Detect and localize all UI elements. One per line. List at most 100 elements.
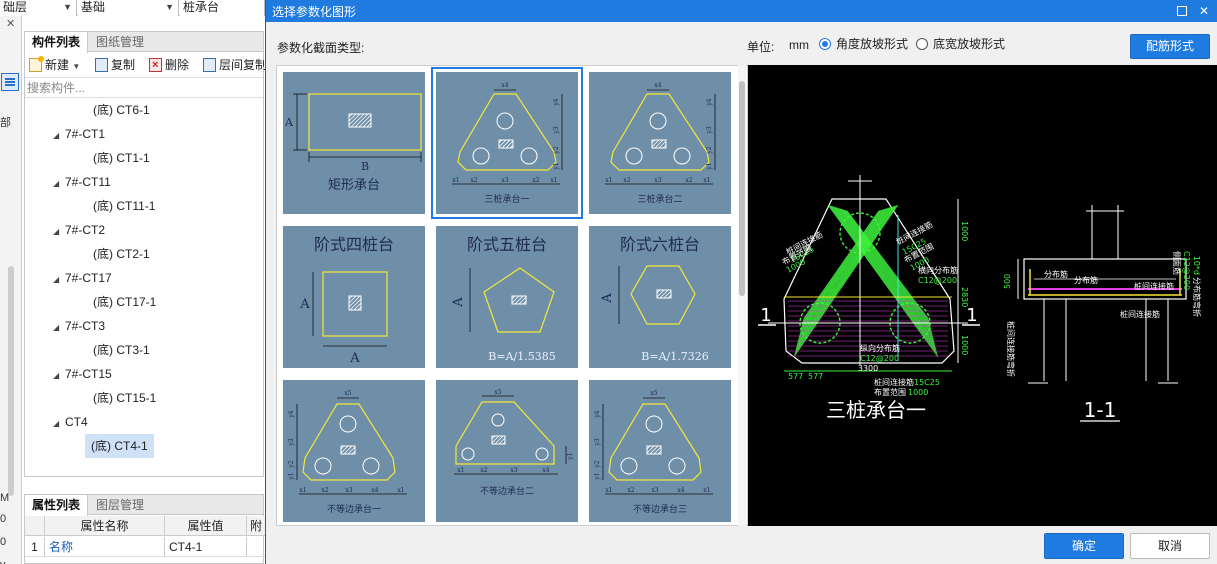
chevron-down-icon: ▼ — [63, 2, 72, 12]
shape-outline — [455, 401, 555, 465]
shape-option-5[interactable]: 阶式五桩台 A B=A/1.5385 — [431, 221, 583, 373]
shape-outline — [457, 93, 557, 171]
hatch-line — [353, 302, 362, 311]
expand-arrow-icon[interactable]: ◢ — [53, 364, 65, 388]
tab-component-list[interactable]: 构件列表 — [25, 32, 89, 53]
shape-label: 阶式六桩台 — [620, 235, 700, 254]
dialog-title: 选择参数化图形 — [272, 5, 357, 19]
annotation-label: 桩间连接筋 — [1120, 309, 1160, 319]
dimension-label: y2 — [706, 146, 713, 154]
hatch-mark — [348, 113, 372, 128]
tree-item[interactable]: ◢ 7#-CT1 — [53, 122, 105, 146]
shape-label: 三桩承台一 — [484, 193, 529, 205]
rebar-form-button[interactable]: 配筋形式 — [1130, 34, 1210, 59]
header-property-value: 属性值 — [165, 516, 247, 536]
tree-item[interactable]: (底) CT2-1 — [93, 242, 150, 266]
component-search-input[interactable]: 搜索构件... — [25, 78, 263, 98]
tree-item[interactable]: ◢ 7#-CT15 — [53, 362, 112, 386]
rebar-line — [801, 209, 884, 329]
expand-arrow-icon[interactable]: ◢ — [53, 172, 65, 196]
floor-copy-button[interactable]: 层间复制 — [201, 56, 265, 74]
expand-arrow-icon[interactable]: ◢ — [53, 412, 65, 436]
tree-item[interactable]: ◢ 7#-CT11 — [53, 170, 111, 194]
scrollbar[interactable] — [8, 266, 14, 496]
tab-layer-management[interactable]: 图层管理 — [89, 495, 151, 515]
shape-option-7[interactable]: x5 y4 y3 y2 y1 x1 x2 x3 x4 x1 不等边承台一 — [278, 375, 430, 525]
tab-property-list[interactable]: 属性列表 — [25, 495, 89, 516]
shape-option-4[interactable]: 阶式四桩台 A A — [278, 221, 430, 373]
list-icon[interactable] — [1, 73, 19, 91]
property-value[interactable]: CT4-1 — [165, 537, 247, 557]
type-combo[interactable]: 桩承台 — [180, 0, 265, 16]
shape-thumbnail: x5 y1 x1 x2 x3 x4 不等边承台二 — [436, 380, 578, 522]
shape-outline — [322, 271, 388, 337]
ok-button[interactable]: 确定 — [1044, 533, 1124, 559]
hatch-line — [511, 295, 520, 304]
close-icon[interactable]: ✕ — [6, 17, 15, 30]
tree-item-label: 7#-CT15 — [65, 367, 112, 381]
expand-arrow-icon[interactable]: ◢ — [53, 124, 65, 148]
shape-thumbnail: 阶式六桩台 A B=A/1.7326 — [589, 226, 731, 368]
expand-arrow-icon[interactable]: ◢ — [53, 268, 65, 292]
hatch-line — [498, 139, 507, 148]
category-combo[interactable]: 基础 ▼ — [78, 0, 179, 16]
tree-item[interactable]: ◢ 7#-CT2 — [53, 218, 105, 242]
dimension-label: x5 — [650, 390, 657, 397]
tree-item-label: CT4 — [65, 415, 88, 429]
scrollbar-thumb[interactable] — [739, 81, 745, 296]
dimension-label: y2 — [553, 146, 560, 154]
maximize-icon[interactable] — [1171, 0, 1193, 22]
pile-circle — [314, 457, 332, 475]
tree-item[interactable]: (底) CT17-1 — [93, 290, 156, 314]
preview-title: 三桩承台一 — [826, 398, 926, 422]
shape-label: 不等边承台二 — [480, 485, 534, 497]
shape-diagram: A B 矩形承台 — [284, 93, 422, 193]
dimension-label: y2 — [594, 460, 601, 468]
hatch-line — [366, 122, 372, 128]
table-row[interactable]: 1 名称 CT4-1 — [25, 537, 265, 557]
expand-arrow-icon[interactable]: ◢ — [53, 220, 65, 244]
dimension-label: x4 — [371, 487, 378, 494]
shape-option-9[interactable]: x5 y4 y3 y2 y1 x1 x2 x3 x4 x1 不等边承台三 — [584, 375, 736, 525]
dimension-label: y1 — [288, 472, 295, 480]
tree-item[interactable]: ◢ 7#-CT17 — [53, 266, 112, 290]
copy-button[interactable]: 复制 — [93, 56, 135, 74]
delete-button[interactable]: 删除 — [147, 56, 189, 74]
tree-item[interactable]: ◢ CT4 — [53, 410, 88, 434]
hatch-line — [514, 295, 524, 305]
shape-option-8[interactable]: x5 y1 x1 x2 x3 x4 不等边承台二 — [431, 375, 583, 525]
radio-bottom-width-slope[interactable]: 底宽放坡形式 — [916, 36, 1005, 52]
cancel-button[interactable]: 取消 — [1130, 533, 1210, 559]
new-button-label: 新建 — [45, 58, 70, 72]
shape-option-3[interactable]: x4 y4 y3 y2 y1 x1 x2 x3 x2 x1 三桩承台二 — [584, 67, 736, 219]
tree-item[interactable]: (底) CT1-1 — [93, 146, 150, 170]
floor-combo[interactable]: 础层 ▼ — [0, 0, 77, 16]
dimension-label: x2 — [470, 177, 477, 184]
dimension-label: A — [299, 297, 310, 312]
tree-item[interactable]: (底) CT4-1 — [85, 434, 154, 458]
floor-copy-button-label: 层间复制 — [219, 58, 265, 72]
dimension-label: B=A/1.5385 — [488, 350, 555, 363]
floor-combo-value: 础层 — [3, 0, 28, 14]
dimension-label: x3 — [510, 467, 517, 474]
hatch-line — [494, 435, 504, 445]
tree-item[interactable]: (底) CT15-1 — [93, 386, 156, 410]
rebar-line — [800, 208, 886, 332]
tree-item[interactable]: ◢ 7#-CT3 — [53, 314, 105, 338]
shape-option-2[interactable]: x4 y4 y3 y2 y1 x1 x2 x3 x2 x1 三桩承台一 — [431, 67, 583, 219]
tree-item[interactable]: (底) CT6-1 — [93, 98, 150, 122]
tree-item[interactable]: (底) CT11-1 — [93, 194, 155, 218]
shape-option-1[interactable]: A B 矩形承台 — [278, 67, 430, 219]
expand-arrow-icon[interactable]: ◢ — [53, 316, 65, 340]
shape-option-6[interactable]: 阶式六桩台 A B=A/1.7326 — [584, 221, 736, 373]
tab-drawing-management[interactable]: 图纸管理 — [89, 32, 151, 52]
copy-button-label: 复制 — [111, 58, 136, 72]
tree-item[interactable]: (底) CT3-1 — [93, 338, 150, 362]
tree-item-label: (底) CT3-1 — [93, 343, 150, 357]
header-index — [25, 516, 45, 536]
hatch-line — [343, 445, 353, 455]
grid-scrollbar[interactable] — [738, 65, 746, 526]
radio-angle-slope[interactable]: 角度放坡形式 — [819, 36, 908, 52]
new-button[interactable]: 新建 ▼ — [27, 56, 80, 74]
close-icon[interactable]: ✕ — [1193, 0, 1215, 22]
